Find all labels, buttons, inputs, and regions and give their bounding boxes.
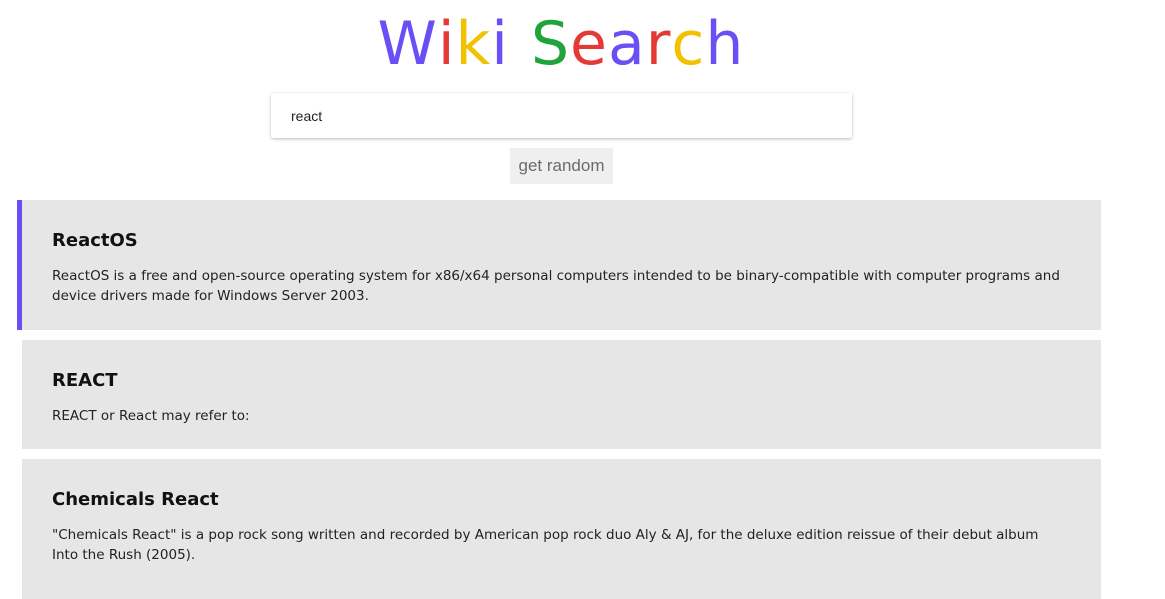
- result-card[interactable]: ReactOS ReactOS is a free and open-sourc…: [17, 200, 1101, 330]
- title-letter: c: [671, 9, 706, 79]
- search-input[interactable]: [271, 93, 852, 138]
- title-letter: h: [705, 9, 745, 79]
- title-letter: i: [437, 9, 456, 79]
- result-card[interactable]: Chemicals React "Chemicals React" is a p…: [22, 459, 1101, 599]
- result-snippet: "Chemicals React" is a pop rock song wri…: [52, 527, 1039, 563]
- result-title: REACT: [52, 370, 118, 391]
- result-snippet: REACT or React may refer to:: [52, 408, 250, 424]
- title-letter: r: [645, 9, 672, 79]
- result-card[interactable]: REACT REACT or React may refer to:: [22, 340, 1101, 449]
- search-box: [271, 93, 852, 138]
- title-letter: i: [491, 9, 509, 79]
- title-letter: e: [570, 9, 608, 79]
- result-snippet: ReactOS is a free and open-source operat…: [52, 268, 1060, 304]
- result-title: Chemicals React: [52, 489, 219, 510]
- title-letter: a: [607, 9, 646, 79]
- page-title: Wiki Search: [0, 8, 1122, 80]
- result-title: ReactOS: [52, 230, 138, 251]
- title-letter: k: [455, 9, 492, 79]
- get-random-button[interactable]: get random: [510, 148, 613, 184]
- title-letter: W: [377, 9, 438, 79]
- title-letter: S: [530, 9, 571, 79]
